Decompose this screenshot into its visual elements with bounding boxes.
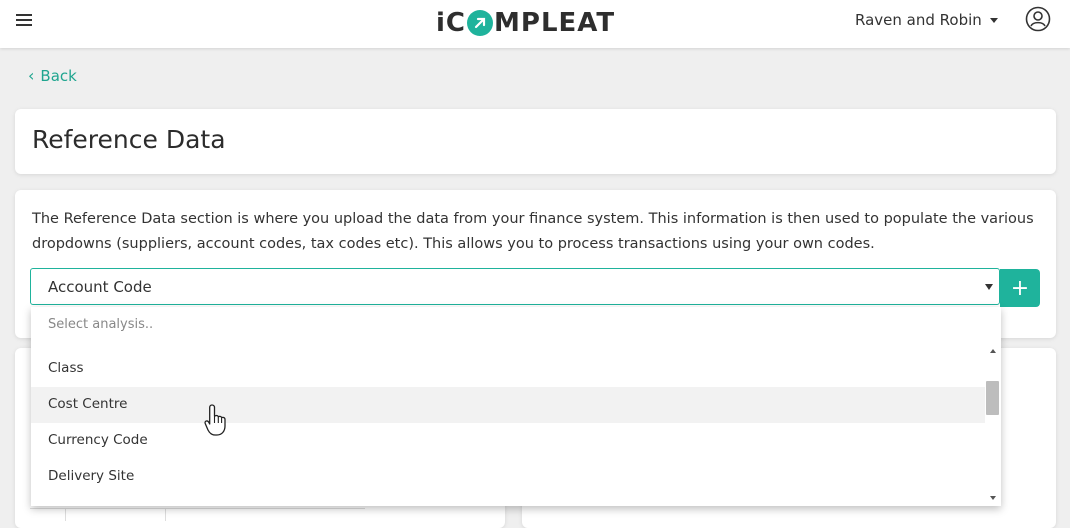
hamburger-menu-icon[interactable]	[16, 14, 32, 28]
user-avatar-icon[interactable]	[1025, 6, 1051, 32]
analysis-select[interactable]: Account Code	[30, 268, 1000, 305]
option-currency-code[interactable]: Currency Code	[31, 423, 985, 459]
user-name: Raven and Robin	[855, 11, 982, 29]
analysis-dropdown: Select analysis.. Class Cost Centre Curr…	[31, 307, 1001, 506]
option-cost-centre[interactable]: Cost Centre	[31, 387, 985, 423]
option-label: Class	[48, 360, 84, 376]
dropdown-scrollbar[interactable]	[985, 343, 1001, 506]
caret-down-icon	[989, 17, 998, 23]
option-class[interactable]: Class	[31, 351, 985, 387]
back-link[interactable]: ‹ Back	[28, 66, 77, 85]
option-label: Delivery Site	[48, 468, 135, 484]
data-table	[30, 508, 365, 521]
chevron-left-icon: ‹	[28, 66, 35, 85]
option-delivery-site[interactable]: Delivery Site	[31, 459, 985, 495]
title-card: Reference Data	[15, 109, 1056, 174]
scroll-up-arrow-icon[interactable]	[990, 349, 996, 353]
caret-down-icon	[985, 284, 993, 290]
option-label: Cost Centre	[48, 396, 128, 412]
scrollbar-thumb[interactable]	[986, 381, 999, 415]
logo-arrow-icon	[467, 10, 494, 36]
page-title: Reference Data	[32, 125, 226, 154]
hand-pointer-icon	[204, 404, 226, 436]
plus-icon: +	[1010, 275, 1030, 301]
back-label: Back	[40, 66, 77, 85]
add-button[interactable]: +	[1000, 269, 1040, 307]
app-logo[interactable]: iC MPLEAT	[436, 6, 615, 40]
page-description: The Reference Data section is where you …	[32, 211, 1034, 252]
option-label: Currency Code	[48, 432, 148, 448]
user-menu[interactable]: Raven and Robin	[855, 11, 998, 29]
analysis-select-value: Account Code	[48, 278, 152, 296]
top-bar: iC MPLEAT Raven and Robin	[0, 0, 1070, 48]
analysis-search-input[interactable]: Select analysis..	[48, 317, 153, 332]
scroll-down-arrow-icon[interactable]	[990, 496, 996, 500]
